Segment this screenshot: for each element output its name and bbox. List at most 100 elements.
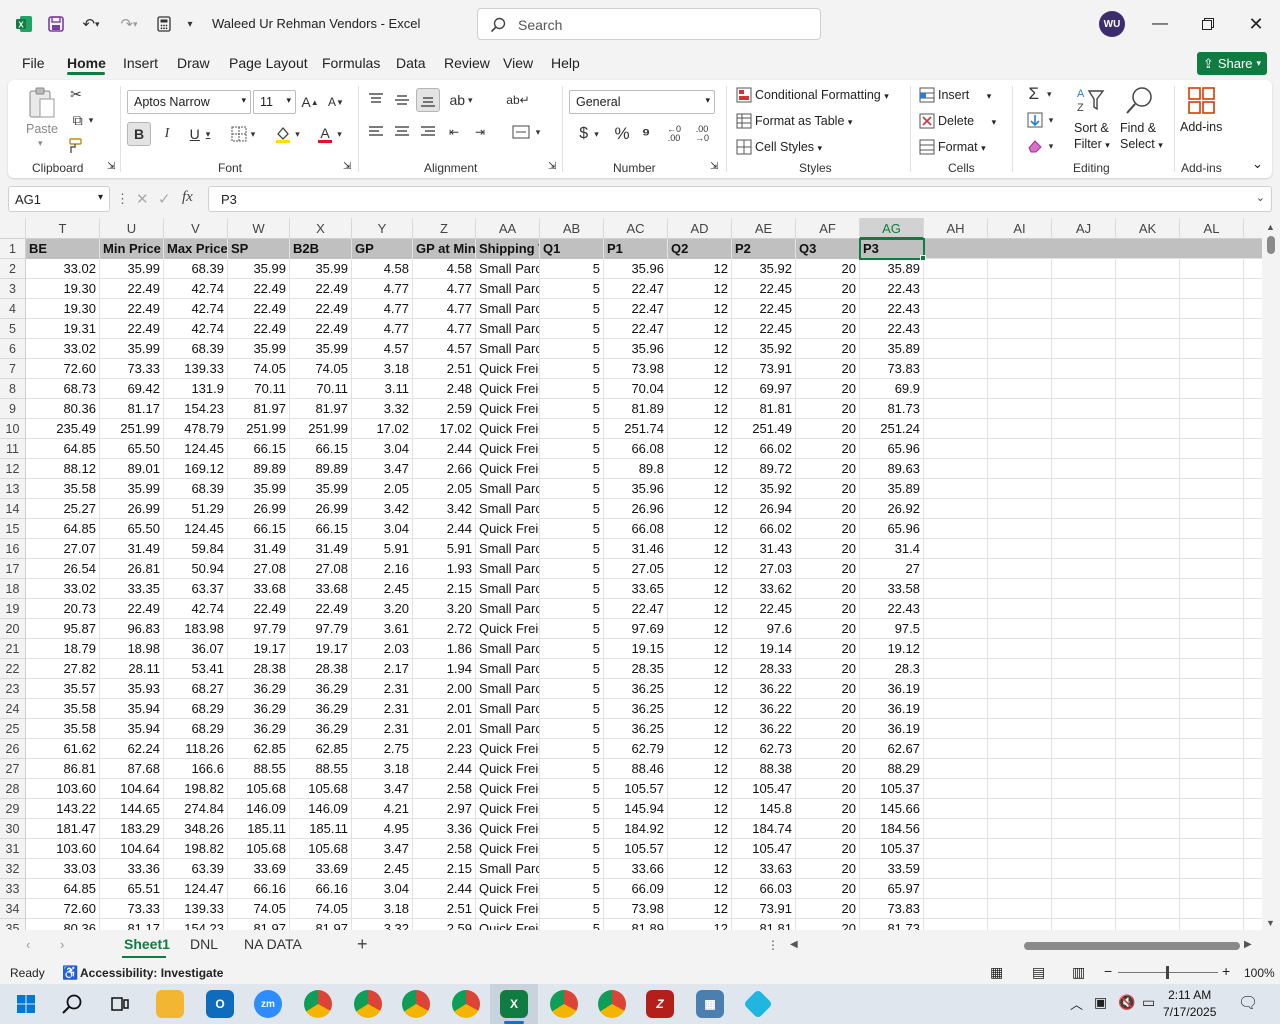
table-cell[interactable]: 31.49 [290, 539, 352, 559]
table-cell[interactable]: 87.68 [100, 759, 164, 779]
table-cell[interactable]: 81.97 [228, 919, 290, 930]
table-cell[interactable]: 251.99 [290, 419, 352, 439]
table-cell[interactable]: 42.74 [164, 279, 228, 299]
row-header[interactable]: 32 [0, 859, 26, 879]
row-header[interactable]: 10 [0, 419, 26, 439]
table-cell[interactable]: 348.26 [164, 819, 228, 839]
chrome-icon[interactable] [402, 990, 430, 1018]
delete-cells-button[interactable]: Delete ▾ [938, 114, 996, 128]
table-cell[interactable]: 35.99 [290, 339, 352, 359]
table-cell[interactable]: 12 [668, 679, 732, 699]
table-cell[interactable]: 145.66 [860, 799, 924, 819]
table-cell[interactable]: 81.89 [604, 399, 668, 419]
table-cell[interactable]: 81.17 [100, 919, 164, 930]
table-cell[interactable]: 66.03 [732, 879, 796, 899]
table-cell[interactable]: Small Parcel [476, 479, 540, 499]
table-cell[interactable]: 2.05 [352, 479, 413, 499]
table-cell[interactable]: 22.49 [290, 299, 352, 319]
avatar[interactable]: WU [1099, 11, 1125, 37]
insert-cells-icon[interactable] [918, 86, 936, 104]
table-cell[interactable]: 20 [796, 459, 860, 479]
table-cell[interactable]: 22.49 [100, 299, 164, 319]
table-cell[interactable]: 22.47 [604, 299, 668, 319]
table-cell[interactable]: 31.43 [732, 539, 796, 559]
table-cell[interactable]: 12 [668, 919, 732, 930]
header-cell[interactable]: Max Price [164, 239, 228, 259]
table-cell[interactable]: 66.09 [604, 879, 668, 899]
table-cell[interactable]: 12 [668, 499, 732, 519]
table-cell[interactable]: 26.99 [290, 499, 352, 519]
table-cell[interactable]: 35.99 [228, 259, 290, 279]
table-cell[interactable]: 36.22 [732, 719, 796, 739]
row-header[interactable]: 12 [0, 459, 26, 479]
table-cell[interactable]: 81.97 [290, 919, 352, 930]
table-cell[interactable]: 19.30 [26, 279, 100, 299]
search-taskbar-icon[interactable] [58, 990, 86, 1018]
table-cell[interactable]: 28.35 [604, 659, 668, 679]
row-header[interactable]: 25 [0, 719, 26, 739]
column-header[interactable]: AH [924, 218, 988, 239]
table-cell[interactable]: 22.49 [290, 279, 352, 299]
table-cell[interactable]: 26.92 [860, 499, 924, 519]
table-cell[interactable]: 5 [540, 619, 604, 639]
table-cell[interactable]: 97.79 [228, 619, 290, 639]
scroll-down-icon[interactable]: ▼ [1266, 918, 1275, 928]
increase-indent-icon[interactable]: ⇥ [470, 122, 490, 142]
table-cell[interactable]: 118.26 [164, 739, 228, 759]
table-cell[interactable]: 89.8 [604, 459, 668, 479]
table-cell[interactable]: 12 [668, 459, 732, 479]
row-header[interactable]: 3 [0, 279, 26, 299]
table-cell[interactable]: 5 [540, 779, 604, 799]
table-cell[interactable]: 88.29 [860, 759, 924, 779]
table-cell[interactable]: 42.74 [164, 319, 228, 339]
table-cell[interactable]: 26.81 [100, 559, 164, 579]
table-cell[interactable]: 3.61 [352, 619, 413, 639]
table-cell[interactable]: Quick Freight [476, 779, 540, 799]
table-cell[interactable]: 69.42 [100, 379, 164, 399]
table-cell[interactable]: 20 [796, 339, 860, 359]
table-cell[interactable]: 35.96 [604, 339, 668, 359]
table-cell[interactable]: 20 [796, 679, 860, 699]
table-cell[interactable]: Small Parcel [476, 339, 540, 359]
table-cell[interactable]: Small Parcel [476, 279, 540, 299]
insert-function-icon[interactable]: fx [182, 189, 193, 206]
table-cell[interactable]: 89.89 [228, 459, 290, 479]
table-cell[interactable]: 2.31 [352, 719, 413, 739]
table-cell[interactable]: 251.99 [100, 419, 164, 439]
find-select-button[interactable]: Find & Select ▾ [1120, 120, 1163, 153]
table-cell[interactable]: 66.02 [732, 439, 796, 459]
table-cell[interactable]: 146.09 [290, 799, 352, 819]
prev-sheet-icon[interactable]: ‹ [26, 937, 30, 952]
next-sheet-icon[interactable]: › [60, 937, 64, 952]
table-cell[interactable]: Small Parcel [476, 319, 540, 339]
table-cell[interactable]: Quick Freight [476, 739, 540, 759]
table-cell[interactable]: 12 [668, 559, 732, 579]
table-cell[interactable]: 198.82 [164, 779, 228, 799]
table-cell[interactable]: 22.45 [732, 299, 796, 319]
table-cell[interactable]: 2.48 [413, 379, 476, 399]
table-cell[interactable]: 5 [540, 539, 604, 559]
font-size-dropdown[interactable]: 11 ▾ [253, 90, 296, 114]
fill-color-icon[interactable]: ▾ [270, 122, 304, 146]
table-cell[interactable]: 154.23 [164, 919, 228, 930]
table-cell[interactable]: 12 [668, 439, 732, 459]
table-cell[interactable]: 4.57 [413, 339, 476, 359]
table-cell[interactable]: 22.49 [100, 279, 164, 299]
table-cell[interactable]: 25.27 [26, 499, 100, 519]
table-cell[interactable]: 20 [796, 819, 860, 839]
table-cell[interactable]: Quick Freight [476, 919, 540, 930]
table-cell[interactable]: 185.11 [290, 819, 352, 839]
tab-draw[interactable]: Draw [177, 55, 210, 71]
table-cell[interactable]: 81.97 [228, 399, 290, 419]
table-cell[interactable]: 198.82 [164, 839, 228, 859]
tab-help[interactable]: Help [551, 55, 580, 71]
table-cell[interactable]: 35.99 [290, 259, 352, 279]
table-cell[interactable]: 12 [668, 419, 732, 439]
task-view-icon[interactable] [106, 990, 134, 1018]
table-cell[interactable]: 36.29 [290, 699, 352, 719]
table-cell[interactable]: 65.96 [860, 519, 924, 539]
row-header[interactable]: 21 [0, 639, 26, 659]
table-cell[interactable]: 12 [668, 879, 732, 899]
table-cell[interactable]: 20 [796, 879, 860, 899]
table-cell[interactable]: 20 [796, 439, 860, 459]
